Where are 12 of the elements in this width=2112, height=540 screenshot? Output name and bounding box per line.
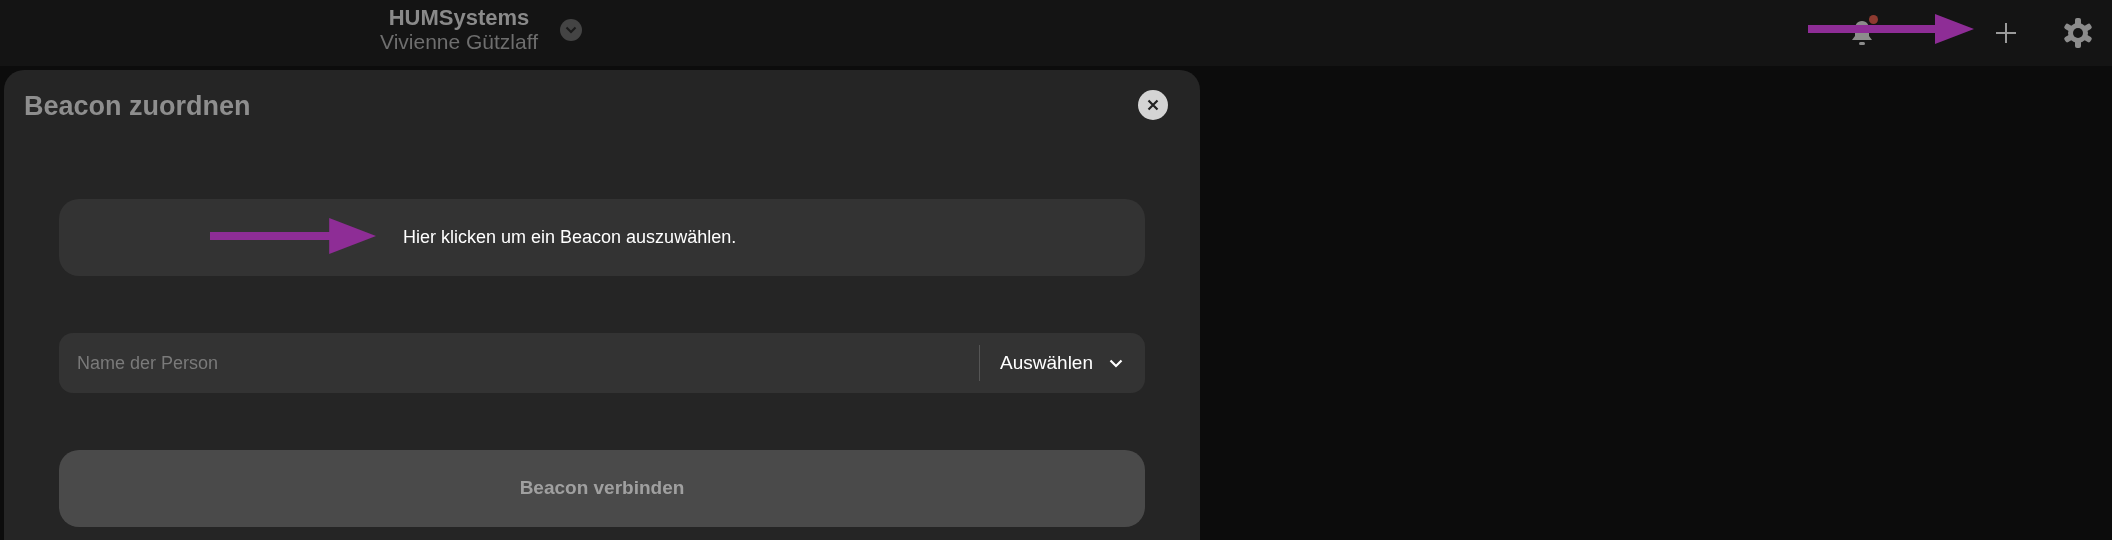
chevron-down-icon bbox=[1109, 358, 1123, 368]
person-field[interactable]: Name der Person Auswählen bbox=[59, 333, 1145, 393]
plus-icon bbox=[1995, 22, 2017, 44]
org-name: HUMSystems bbox=[387, 6, 531, 31]
user-name: Vivienne Gützlaff bbox=[380, 30, 538, 54]
person-dropdown[interactable]: Auswählen bbox=[979, 345, 1145, 381]
close-button[interactable] bbox=[1138, 90, 1168, 120]
close-icon bbox=[1147, 99, 1159, 111]
beacon-picker[interactable]: Hier klicken um ein Beacon auszuwählen. bbox=[59, 199, 1145, 276]
modal-title: Beacon zuordnen bbox=[24, 90, 251, 123]
settings-icon bbox=[2062, 17, 2094, 49]
chevron-down-icon bbox=[565, 25, 577, 34]
